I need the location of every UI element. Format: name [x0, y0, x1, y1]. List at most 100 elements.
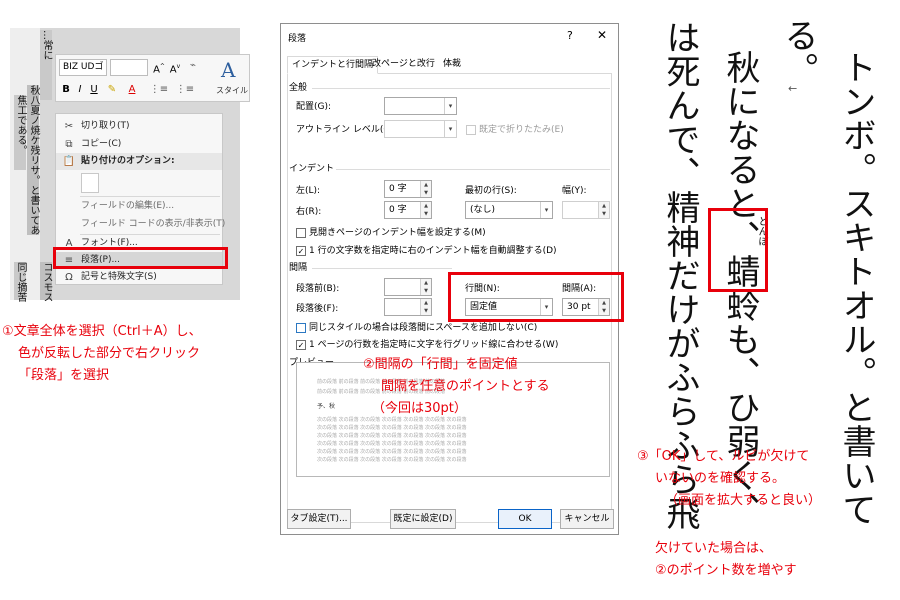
- section-divider: [336, 169, 610, 170]
- dialog-titlebar: 段落 ? ✕: [281, 24, 618, 52]
- highlight-box-line-spacing: [448, 272, 624, 322]
- vertical-text-column-1: トンボ。スキトオル。と書いて: [836, 50, 876, 526]
- clipboard-icon: 📋: [62, 156, 76, 167]
- shrink-font-icon[interactable]: Av: [168, 60, 182, 77]
- first-line-select[interactable]: (なし) ▾: [465, 201, 553, 219]
- dialog-title: 段落: [288, 34, 307, 44]
- document-column: 焦工である。: [14, 95, 26, 170]
- section-divider: [312, 88, 610, 89]
- section-indent: インデント: [289, 164, 335, 174]
- first-line-label: 最初の行(S):: [465, 186, 517, 196]
- styles-icon[interactable]: A: [221, 58, 235, 82]
- alignment-select[interactable]: ▾: [384, 97, 457, 115]
- annotation-step3-line2: いないのを確認する。: [655, 471, 786, 486]
- menu-item-cut[interactable]: ✂ 切り取り(T): [56, 118, 222, 135]
- indent-right-label: 右(R):: [296, 207, 322, 217]
- mini-toolbar: BIZ UDゴ A^ Av ⌁ A スタイル B I U ✎ A ⋮≡ ⋮≡: [55, 54, 250, 102]
- cancel-button[interactable]: キャンセル: [560, 509, 614, 529]
- bullets-icon[interactable]: ⋮≡: [148, 83, 170, 97]
- alignment-label: 配置(G):: [296, 102, 332, 112]
- set-default-button[interactable]: 既定に設定(D): [390, 509, 456, 529]
- annotation-step1-line1: ①文章全体を選択（Ctrl＋A）し、: [2, 324, 202, 339]
- tab-indent-spacing[interactable]: インデントと行間隔: [287, 56, 379, 74]
- ok-button[interactable]: OK: [498, 509, 552, 529]
- document-column: 同じ摘苦: [14, 262, 26, 302]
- symbol-icon: Ω: [65, 272, 73, 283]
- underline-button[interactable]: U: [88, 83, 100, 97]
- preview-filler-line: 次の段落 次の段落 次の段落 次の段落 次の段落 次の段落 次の段落: [317, 441, 467, 447]
- menu-item-label: コピー(C): [81, 139, 122, 149]
- italic-button[interactable]: I: [74, 83, 86, 97]
- mirror-indents-checkbox[interactable]: [296, 228, 306, 238]
- collapsed-default-label: 既定で折りたたみ(E): [479, 125, 564, 135]
- menu-header-paste-options: 📋 貼り付けのオプション:: [56, 153, 222, 170]
- menu-item-edit-field[interactable]: フィールドの編集(E)...: [56, 198, 222, 215]
- indent-left-spinner[interactable]: ▲ ▼: [420, 181, 431, 197]
- indent-right-spinner[interactable]: ▲ ▼: [420, 202, 431, 218]
- format-painter-icon[interactable]: ⌁: [186, 59, 200, 73]
- paste-keep-text-icon[interactable]: [81, 173, 99, 193]
- indent-right-value: 0 字: [389, 205, 407, 215]
- document-column: …常に: [40, 30, 52, 100]
- preview-filler-line: 次の段落 次の段落 次の段落 次の段落 次の段落 次の段落 次の段落: [317, 449, 467, 455]
- copy-icon: ⧉: [65, 139, 73, 150]
- first-line-value: (なし): [470, 205, 496, 215]
- tab-line-page-breaks[interactable]: 改ページと改行: [368, 56, 439, 74]
- tabs-button[interactable]: タブ設定(T)...: [287, 509, 351, 529]
- annotation-step2-line2: 間隔を任意のポイントとする: [381, 379, 550, 394]
- numbering-icon[interactable]: ⋮≡: [174, 83, 196, 97]
- font-color-icon[interactable]: A: [124, 83, 140, 97]
- outline-level-label: アウトライン レベル(O):: [296, 125, 398, 135]
- annotation-step3-line3: （画面を拡大すると良い）: [665, 493, 822, 508]
- collapsed-default-checkbox[interactable]: [466, 125, 476, 135]
- annotation-step4-line2: ②のポイント数を増やす: [655, 563, 797, 578]
- menu-item-toggle-field-code[interactable]: フィールド コードの表示/非表示(T): [56, 216, 225, 233]
- indent-width-label: 幅(Y):: [562, 186, 587, 196]
- font-name-select[interactable]: BIZ UDゴ: [59, 59, 107, 76]
- document-column: コスモス: [40, 262, 52, 302]
- annotation-step1-line3: 「段落」を選択: [18, 368, 110, 383]
- indent-left-value: 0 字: [389, 184, 407, 194]
- annotation-step2-line3: （今回は30pt）: [372, 401, 467, 416]
- annotation-step1-line2: 色が反転した部分で右クリック: [18, 346, 201, 361]
- tab-asian-typography[interactable]: 体裁: [439, 56, 465, 74]
- menu-item-copy[interactable]: ⧉ コピー(C): [56, 136, 222, 153]
- spacing-after-spinner[interactable]: ▲ ▼: [420, 299, 431, 315]
- bold-button[interactable]: B: [60, 83, 72, 97]
- snap-to-grid-checkbox[interactable]: ✓: [296, 340, 306, 350]
- highlight-box-paragraph: [53, 247, 228, 269]
- chevron-down-icon: ▾: [444, 98, 456, 114]
- help-icon[interactable]: ?: [567, 29, 573, 42]
- preview-sample-text: 予、秋: [317, 403, 336, 410]
- chevron-down-icon: ▾: [444, 121, 456, 137]
- menu-item-label: 切り取り(T): [81, 121, 130, 131]
- auto-adjust-indent-label: 1 行の文字数を指定時に右のインデント幅を自動調整する(D): [309, 246, 557, 256]
- document-column: 秋八夏ノ焼ケ残リサ。と書いてあ: [27, 85, 39, 235]
- menu-item-label: 記号と特殊文字(S): [81, 272, 157, 282]
- outline-level-select[interactable]: ▾: [384, 120, 457, 138]
- section-general: 全般: [289, 83, 308, 93]
- indent-width-spinner[interactable]: ▲ ▼: [598, 202, 609, 218]
- font-size-select[interactable]: [110, 59, 148, 76]
- close-icon[interactable]: ✕: [597, 28, 607, 42]
- menu-item-label: 貼り付けのオプション:: [81, 156, 175, 166]
- preview-filler-line: 次の段落 次の段落 次の段落 次の段落 次の段落 次の段落 次の段落: [317, 433, 467, 439]
- menu-item-symbols[interactable]: Ω 記号と特殊文字(S): [56, 269, 222, 286]
- annotation-step4-line1: 欠けていた場合は、: [655, 541, 773, 556]
- spacing-before-spinner[interactable]: ▲ ▼: [420, 279, 431, 295]
- spacing-before-label: 段落前(B):: [296, 284, 340, 294]
- auto-adjust-indent-checkbox[interactable]: ✓: [296, 246, 306, 256]
- annotation-step2-line1: ②間隔の「行間」を固定値: [363, 357, 518, 372]
- highlight-icon[interactable]: ✎: [104, 83, 120, 97]
- no-space-same-style-checkbox[interactable]: [296, 323, 306, 333]
- no-space-same-style-label: 同じスタイルの場合は段落間にスペースを追加しない(C): [309, 323, 538, 333]
- menu-separator: [80, 196, 220, 197]
- scissors-icon: ✂: [64, 121, 74, 132]
- grow-font-icon[interactable]: A^: [152, 60, 166, 77]
- highlight-box-ruby: [708, 208, 768, 292]
- preview-filler-line: 次の段落 次の段落 次の段落 次の段落 次の段落 次の段落 次の段落: [317, 457, 467, 463]
- mirror-indents-label: 見開きページのインデント幅を設定する(M): [309, 228, 486, 238]
- section-divider: [312, 268, 452, 269]
- chevron-down-icon: ▾: [540, 202, 552, 218]
- indent-left-label: 左(L):: [296, 186, 321, 196]
